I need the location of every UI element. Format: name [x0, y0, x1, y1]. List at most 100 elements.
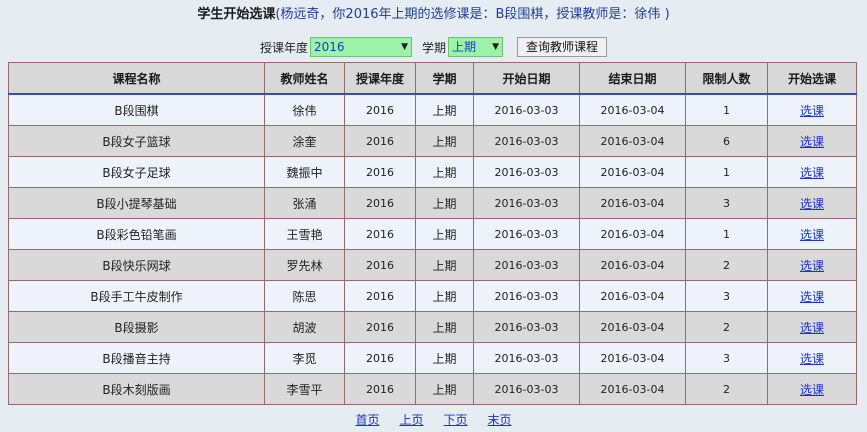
- term-cell: 上期: [415, 93, 474, 126]
- action-cell: 选课: [767, 125, 857, 157]
- year-select-value: 2016: [313, 40, 345, 54]
- table-row: B段木刻版画 李雪平 2016 上期 2016-03-03 2016-03-04 2 选课: [8, 373, 857, 405]
- start-date-cell: 2016-03-03: [473, 342, 580, 374]
- course-name-cell: B段小提琴基础: [8, 187, 265, 219]
- limit-cell: 2: [685, 249, 768, 281]
- start-date-cell: 2016-03-03: [473, 93, 580, 126]
- term-cell: 上期: [415, 280, 474, 312]
- limit-cell: 3: [685, 342, 768, 374]
- end-date-cell: 2016-03-04: [579, 249, 686, 281]
- page-title: 学生开始选课: [197, 7, 276, 22]
- col-header-limit: 限制人数: [685, 62, 768, 95]
- col-header-end-date: 结束日期: [579, 62, 686, 95]
- table-row: B段摄影 胡波 2016 上期 2016-03-03 2016-03-04 2 选课: [8, 311, 857, 343]
- select-course-link[interactable]: 选课: [800, 135, 824, 149]
- select-course-link[interactable]: 选课: [800, 166, 824, 180]
- year-cell: 2016: [344, 125, 416, 157]
- term-cell: 上期: [415, 311, 474, 343]
- course-name-cell: B段女子篮球: [8, 125, 265, 157]
- limit-cell: 6: [685, 125, 768, 157]
- last-page-link[interactable]: 末页: [488, 411, 512, 428]
- course-name-cell: B段播音主持: [8, 342, 265, 374]
- limit-cell: 2: [685, 311, 768, 343]
- select-course-link[interactable]: 选课: [800, 383, 824, 397]
- term-label: 学期: [421, 40, 446, 55]
- first-page-link[interactable]: 首页: [355, 411, 379, 428]
- table-row: B段快乐网球 罗先林 2016 上期 2016-03-03 2016-03-04 2 选课: [8, 249, 857, 281]
- select-course-link[interactable]: 选课: [800, 197, 824, 211]
- table-row: B段女子篮球 涂奎 2016 上期 2016-03-03 2016-03-04 6 选课: [8, 125, 857, 157]
- select-course-link[interactable]: 选课: [800, 228, 824, 242]
- year-cell: 2016: [344, 218, 416, 250]
- table-header-row: 课程名称 教师姓名 授课年度 学期 开始日期 结束日期 限制人数 开始选课: [8, 62, 857, 95]
- filter-bar: 授课年度 2016 ▼ 学期 上期 ▼ 查询教师课程: [0, 36, 867, 58]
- col-header-course: 课程名称: [8, 62, 265, 95]
- next-page-link[interactable]: 下页: [444, 411, 468, 428]
- limit-cell: 2: [685, 373, 768, 405]
- teacher-name-cell: 王雪艳: [264, 218, 345, 250]
- chevron-down-icon: ▼: [492, 42, 499, 52]
- table-row: B段播音主持 李觅 2016 上期 2016-03-03 2016-03-04 3 选课: [8, 342, 857, 374]
- action-cell: 选课: [767, 311, 857, 343]
- teacher-name-cell: 罗先林: [264, 249, 345, 281]
- start-date-cell: 2016-03-03: [473, 156, 580, 188]
- limit-cell: 1: [685, 93, 768, 126]
- query-teacher-courses-button[interactable]: 查询教师课程: [517, 37, 608, 57]
- page-title-bar: 学生开始选课(杨远奇，你2016年上期的选修课是：B段围棋，授课教师是：徐伟 ): [0, 6, 867, 24]
- term-select-value: 上期: [452, 40, 477, 54]
- course-name-cell: B段木刻版画: [8, 373, 265, 405]
- year-cell: 2016: [344, 93, 416, 126]
- start-date-cell: 2016-03-03: [473, 373, 580, 405]
- col-header-teacher: 教师姓名: [264, 62, 345, 95]
- select-course-link[interactable]: 选课: [800, 352, 824, 366]
- course-name-cell: B段女子足球: [8, 156, 265, 188]
- course-table: 课程名称 教师姓名 授课年度 学期 开始日期 结束日期 限制人数 开始选课 B段…: [8, 62, 857, 405]
- teacher-name-cell: 徐伟: [264, 93, 345, 126]
- chevron-down-icon: ▼: [401, 42, 408, 52]
- end-date-cell: 2016-03-04: [579, 311, 686, 343]
- term-cell: 上期: [415, 249, 474, 281]
- table-row: B段彩色铅笔画 王雪艳 2016 上期 2016-03-03 2016-03-04 1 选课: [8, 218, 857, 250]
- selection-note: (杨远奇，你2016年上期的选修课是：B段围棋，授课教师是：徐伟 ): [275, 7, 670, 22]
- year-cell: 2016: [344, 156, 416, 188]
- term-cell: 上期: [415, 373, 474, 405]
- action-cell: 选课: [767, 187, 857, 219]
- col-header-year: 授课年度: [344, 62, 416, 95]
- year-label: 授课年度: [259, 40, 308, 55]
- teacher-name-cell: 胡波: [264, 311, 345, 343]
- year-cell: 2016: [344, 187, 416, 219]
- course-name-cell: B段快乐网球: [8, 249, 265, 281]
- pagination: 首页 上页 下页 末页: [0, 411, 867, 428]
- term-select[interactable]: 上期 ▼: [448, 37, 503, 57]
- end-date-cell: 2016-03-04: [579, 125, 686, 157]
- end-date-cell: 2016-03-04: [579, 156, 686, 188]
- teacher-name-cell: 李觅: [264, 342, 345, 374]
- table-row: B段小提琴基础 张涌 2016 上期 2016-03-03 2016-03-04 3 选课: [8, 187, 857, 219]
- year-cell: 2016: [344, 342, 416, 374]
- action-cell: 选课: [767, 373, 857, 405]
- col-header-start-date: 开始日期: [473, 62, 580, 95]
- start-date-cell: 2016-03-03: [473, 125, 580, 157]
- select-course-link[interactable]: 选课: [800, 259, 824, 273]
- action-cell: 选课: [767, 93, 857, 126]
- limit-cell: 3: [685, 187, 768, 219]
- action-cell: 选课: [767, 342, 857, 374]
- start-date-cell: 2016-03-03: [473, 280, 580, 312]
- start-date-cell: 2016-03-03: [473, 187, 580, 219]
- teacher-name-cell: 张涌: [264, 187, 345, 219]
- term-cell: 上期: [415, 187, 474, 219]
- course-name-cell: B段彩色铅笔画: [8, 218, 265, 250]
- select-course-link[interactable]: 选课: [800, 321, 824, 335]
- prev-page-link[interactable]: 上页: [399, 411, 423, 428]
- course-name-cell: B段摄影: [8, 311, 265, 343]
- col-header-term: 学期: [415, 62, 474, 95]
- limit-cell: 3: [685, 280, 768, 312]
- year-select[interactable]: 2016 ▼: [309, 37, 412, 57]
- year-cell: 2016: [344, 373, 416, 405]
- select-course-link[interactable]: 选课: [800, 290, 824, 304]
- start-date-cell: 2016-03-03: [473, 311, 580, 343]
- course-name-cell: B段围棋: [8, 93, 265, 126]
- select-course-link[interactable]: 选课: [800, 104, 824, 118]
- col-header-action: 开始选课: [767, 62, 857, 95]
- end-date-cell: 2016-03-04: [579, 280, 686, 312]
